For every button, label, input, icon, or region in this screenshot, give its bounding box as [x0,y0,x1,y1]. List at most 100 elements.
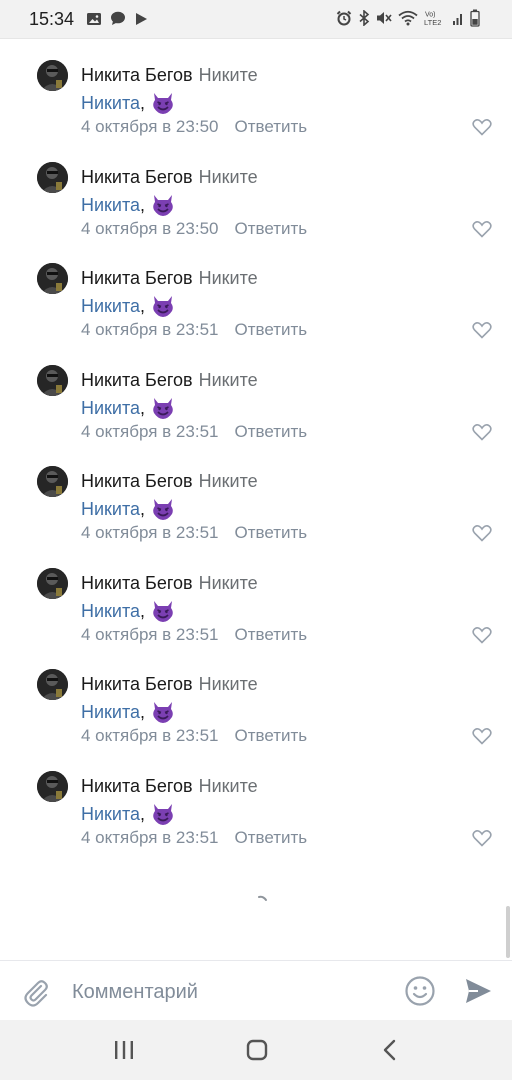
comma: , [140,93,146,113]
comment-input[interactable] [72,978,392,1006]
reply-button[interactable]: Ответить [234,422,307,441]
reply-to-name[interactable]: Никите [199,167,258,187]
avatar[interactable] [37,466,68,497]
reply-to-name[interactable]: Никите [199,674,258,694]
smiling-imp-emoji [151,700,175,724]
avatar[interactable] [37,263,68,294]
reply-to-name[interactable]: Никите [199,65,258,85]
reply-button[interactable]: Ответить [234,828,307,847]
back-icon[interactable] [378,1038,408,1062]
comment-meta: 4 октября в 23:51 Ответить [81,320,307,340]
author-name[interactable]: Никита Бегов [81,167,193,187]
author-line: Никита Бегов Никите [81,65,258,85]
smiling-imp-emoji [151,294,175,318]
author-line: Никита Бегов Никите [81,167,258,187]
author-line: Никита Бегов Никите [81,471,258,491]
avatar[interactable] [37,770,68,802]
comment-item: Никита Бегов Никите Никита, 4 октября в 2… [0,750,512,851]
reply-button[interactable]: Ответить [234,320,307,339]
like-heart-icon[interactable] [472,829,492,847]
comment-text: Никита, [81,396,175,420]
author-line: Никита Бегов Никите [81,573,258,593]
comment-date: 4 октября в 23:51 [81,726,219,745]
reply-button[interactable]: Ответить [234,726,307,745]
author-name[interactable]: Никита Бегов [81,674,193,694]
svg-text:LTE2: LTE2 [424,18,441,27]
author-name[interactable]: Никита Бегов [81,268,193,288]
author-name[interactable]: Никита Бегов [81,65,193,85]
reply-to-name[interactable]: Никите [199,776,258,796]
smiling-imp-emoji [151,193,175,217]
author-name[interactable]: Никита Бегов [81,370,193,390]
comma: , [140,397,146,418]
smiling-imp-emoji [151,396,175,420]
like-heart-icon[interactable] [472,626,492,644]
reply-button[interactable]: Ответить [234,117,307,136]
author-line: Никита Бегов Никите [81,370,258,390]
author-line: Никита Бегов Никите [81,268,258,288]
comment-meta: 4 октября в 23:50 Ответить [81,117,307,137]
comment-meta: 4 октября в 23:51 Ответить [81,523,307,543]
like-heart-icon[interactable] [472,321,492,339]
status-bar: 15:34 Vo) LTE2 [0,0,512,38]
comment-text: Никита, [81,294,175,318]
comment-meta: 4 октября в 23:51 Ответить [81,726,307,746]
avatar[interactable] [37,364,68,396]
battery-icon [470,9,480,27]
like-heart-icon[interactable] [472,524,492,542]
smiling-imp-emoji [151,802,175,826]
avatar[interactable] [37,161,68,193]
author-name[interactable]: Никита Бегов [81,471,193,491]
author-line: Никита Бегов Никите [81,674,258,694]
comma: , [140,702,146,722]
home-icon[interactable] [243,1038,273,1062]
mention-link[interactable]: Никита [81,397,140,419]
mention-link[interactable]: Никита [81,701,140,723]
author-name[interactable]: Никита Бегов [81,776,193,796]
comment-date: 4 октября в 23:51 [81,827,219,847]
like-heart-icon[interactable] [472,220,492,238]
comment-item: Никита Бегов Никите Никита, 4 октября в 2… [0,648,512,749]
smiling-imp-emoji [151,91,175,115]
scrollbar[interactable] [506,906,510,958]
reply-button[interactable]: Ответить [234,219,307,238]
send-icon[interactable] [464,977,492,1010]
play-icon [134,12,148,26]
reply-button[interactable]: Ответить [234,523,307,542]
avatar[interactable] [37,567,68,599]
wifi-icon [398,10,418,26]
loading-spinner-icon [256,893,272,909]
avatar[interactable] [37,60,68,91]
reply-button[interactable]: Ответить [234,625,307,644]
comma: , [140,296,146,316]
avatar[interactable] [37,669,68,700]
comment-item: Никита Бегов Никите Никита, 4 октября в 2… [0,344,512,445]
comma: , [140,194,146,215]
like-heart-icon[interactable] [472,423,492,441]
comment-text: Никита, [81,700,175,724]
author-name[interactable]: Никита Бегов [81,573,193,593]
mention-link[interactable]: Никита [81,194,140,216]
reply-to-name[interactable]: Никите [199,268,258,288]
reply-to-name[interactable]: Никите [199,370,258,390]
comment-item: Никита Бегов Никите Никита, 4 октября в 2… [0,39,512,140]
comment-text: Никита, [81,497,175,521]
mention-link[interactable]: Никита [81,295,140,317]
comma: , [140,803,146,824]
mention-link[interactable]: Никита [81,600,140,622]
comment-date: 4 октября в 23:51 [81,624,219,644]
status-left-icons [86,11,148,26]
mention-link[interactable]: Никита [81,92,140,114]
mention-link[interactable]: Никита [81,803,140,825]
recent-apps-icon[interactable] [111,1038,141,1062]
mention-link[interactable]: Никита [81,498,140,520]
chat-bubble-icon [110,11,126,26]
comment-date: 4 октября в 23:50 [81,117,219,136]
paperclip-icon[interactable] [22,977,50,1007]
reply-to-name[interactable]: Никите [199,573,258,593]
like-heart-icon[interactable] [472,118,492,136]
reply-to-name[interactable]: Никите [199,471,258,491]
smile-icon[interactable] [404,975,436,1012]
like-heart-icon[interactable] [472,727,492,745]
comment-meta: 4 октября в 23:51 Ответить [81,422,307,442]
